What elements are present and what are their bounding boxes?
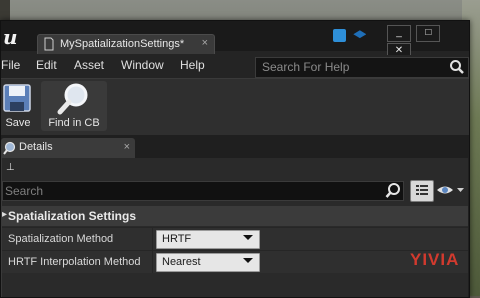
category-label: Spatialization Settings	[8, 209, 137, 223]
graduation-cap-icon[interactable]	[353, 30, 367, 39]
view-options-button[interactable]	[410, 180, 434, 202]
title-bar[interactable]: u MySpatializationSettings* × _ □ ✕	[1, 21, 469, 60]
watermark-logo: YIVIA	[410, 250, 459, 270]
close-tab-icon[interactable]: ×	[202, 37, 208, 49]
menu-edit[interactable]: Edit	[36, 58, 57, 72]
property-row-hrtf-interpolation-method: HRTF Interpolation Method Nearest	[2, 250, 468, 273]
lock-icon[interactable]: ⊥	[6, 162, 15, 173]
category-spatialization-settings[interactable]: ▸ Spatialization Settings	[2, 206, 468, 226]
help-search-placeholder: Search For Help	[262, 60, 350, 74]
details-search-placeholder: Search	[5, 184, 44, 198]
list-view-icon	[416, 185, 428, 195]
property-name: Spatialization Method	[8, 233, 114, 245]
dropdown-value: HRTF	[162, 233, 192, 245]
magnifier-icon	[57, 83, 88, 115]
visibility-filter-button[interactable]	[436, 183, 466, 200]
collapse-arrow-icon[interactable]: ▸	[2, 209, 7, 220]
details-tab[interactable]: Details ×	[1, 138, 135, 158]
asset-tab-label: MySpatializationSettings*	[60, 38, 185, 50]
menu-asset[interactable]: Asset	[74, 58, 104, 72]
details-search-input[interactable]: Search	[2, 181, 404, 201]
find-in-cb-button[interactable]: Find in CB	[41, 81, 107, 131]
maximize-button[interactable]: □	[416, 25, 441, 42]
column-divider[interactable]	[152, 251, 153, 273]
hrtf-interpolation-method-dropdown[interactable]: Nearest	[156, 253, 260, 272]
chevron-down-icon	[243, 258, 253, 263]
chevron-down-icon	[243, 235, 253, 240]
chat-icon[interactable]	[333, 29, 346, 42]
eye-icon	[437, 186, 464, 194]
details-tab-label: Details	[19, 141, 53, 153]
details-panel: ⊥ Search ▸ Spatialization Settings Spati…	[1, 158, 468, 297]
help-search-input[interactable]: Search For Help	[255, 57, 469, 78]
details-search-row: Search	[2, 179, 468, 205]
property-row-spatialization-method: Spatialization Method HRTF	[2, 227, 468, 250]
watermark-text: YIVIA	[410, 250, 460, 269]
dropdown-value: Nearest	[162, 256, 201, 268]
save-button-label: Save	[5, 117, 31, 129]
asset-icon	[44, 37, 56, 51]
asset-tab[interactable]: MySpatializationSettings* ×	[37, 34, 215, 54]
minimize-button[interactable]: _	[387, 25, 411, 42]
save-button[interactable]: Save	[1, 81, 35, 131]
unreal-logo-icon: u	[3, 25, 18, 49]
editor-window: u MySpatializationSettings* × _ □ ✕ File…	[0, 20, 470, 298]
menu-window[interactable]: Window	[121, 58, 164, 72]
title-icons	[333, 29, 370, 45]
spatialization-method-dropdown[interactable]: HRTF	[156, 230, 260, 249]
search-icon[interactable]	[449, 59, 465, 78]
column-divider[interactable]	[152, 228, 153, 250]
floppy-disk-icon	[3, 84, 31, 112]
details-magnifier-icon	[3, 141, 17, 158]
search-icon[interactable]	[385, 182, 401, 203]
details-area: Details × ⊥ Search ▸ Spatialization Sett…	[1, 135, 469, 297]
menu-help[interactable]: Help	[180, 58, 205, 72]
property-name: HRTF Interpolation Method	[8, 256, 141, 268]
close-details-icon[interactable]: ×	[124, 141, 130, 153]
menu-file[interactable]: File	[1, 58, 20, 72]
toolbar: Save Find in CB	[1, 78, 469, 135]
find-in-cb-label: Find in CB	[48, 117, 100, 129]
